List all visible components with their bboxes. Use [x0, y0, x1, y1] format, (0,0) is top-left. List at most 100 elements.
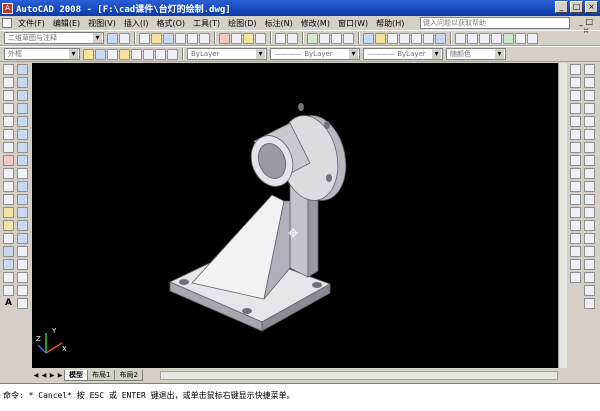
help-icon[interactable]: [435, 32, 446, 44]
dim-ordinate-icon[interactable]: [584, 103, 595, 114]
minimize-button[interactable]: _: [555, 1, 568, 13]
properties-icon[interactable]: [363, 32, 374, 44]
hatch-icon[interactable]: [3, 246, 14, 257]
chamfer-icon[interactable]: [570, 246, 581, 257]
extend-icon[interactable]: [570, 194, 581, 205]
open-icon[interactable]: [151, 32, 162, 44]
trim-icon[interactable]: [570, 181, 581, 192]
layer-off-icon[interactable]: [143, 48, 154, 60]
dim-arc-icon[interactable]: [584, 90, 595, 101]
menu-dimension[interactable]: 标注(N): [261, 18, 297, 29]
menu-tools[interactable]: 工具(T): [189, 18, 224, 29]
document-icon[interactable]: [2, 18, 12, 28]
rotate-icon[interactable]: [570, 142, 581, 153]
copy-object-icon[interactable]: [570, 77, 581, 88]
markup-icon[interactable]: [411, 32, 422, 44]
sphere-icon[interactable]: [17, 103, 28, 114]
arc-icon[interactable]: [3, 129, 14, 140]
fillet-icon[interactable]: [570, 259, 581, 270]
construction-line-icon[interactable]: [3, 77, 14, 88]
loft-icon[interactable]: [17, 233, 28, 244]
presspull-icon[interactable]: [17, 194, 28, 205]
menu-insert[interactable]: 插入(I): [120, 18, 153, 29]
planar-surface-icon[interactable]: [17, 168, 28, 179]
layer-combo[interactable]: 外框: [4, 48, 80, 60]
command-line[interactable]: 命令: * Cancel* 按 ESC 或 ENTER 键退出，或单击鼠标右键显…: [0, 383, 600, 411]
horizontal-scrollbar[interactable]: [160, 371, 558, 380]
pyramid-icon[interactable]: [17, 142, 28, 153]
linetype-combo[interactable]: ———— ByLayer: [270, 48, 360, 60]
tab-first-icon[interactable]: ◀: [32, 371, 40, 380]
tab-layout2[interactable]: 布局2: [114, 369, 143, 381]
3d-rotate-icon[interactable]: [17, 298, 28, 309]
tab-prev-icon[interactable]: ◀: [40, 371, 48, 380]
revolve-icon[interactable]: [17, 220, 28, 231]
multileader-icon[interactable]: [503, 32, 514, 44]
layer-match-icon[interactable]: [119, 48, 130, 60]
wedge-icon[interactable]: [17, 77, 28, 88]
explode-icon[interactable]: [570, 272, 581, 283]
drawing-canvas[interactable]: Y X Z: [32, 63, 558, 368]
break-at-point-icon[interactable]: [570, 207, 581, 218]
undo-icon[interactable]: [275, 32, 286, 44]
cylinder-icon[interactable]: [17, 116, 28, 127]
maximize-button[interactable]: □: [570, 1, 583, 13]
menu-file[interactable]: 文件(F): [14, 18, 49, 29]
menu-window[interactable]: 窗口(W): [334, 18, 372, 29]
dim-text-edit-icon[interactable]: [584, 285, 595, 296]
cut-icon[interactable]: [219, 32, 230, 44]
array-icon[interactable]: [570, 116, 581, 127]
style-icon[interactable]: [515, 32, 526, 44]
design-center-icon[interactable]: [375, 32, 386, 44]
dim-update-icon[interactable]: [584, 298, 595, 309]
preview-icon[interactable]: [187, 32, 198, 44]
mirror-icon[interactable]: [570, 90, 581, 101]
cone-icon[interactable]: [17, 90, 28, 101]
menu-edit[interactable]: 编辑(E): [49, 18, 84, 29]
ellipse-icon[interactable]: [3, 181, 14, 192]
mtext-icon[interactable]: A: [3, 298, 14, 309]
revcloud-icon[interactable]: [3, 155, 14, 166]
dim-diameter-icon[interactable]: [584, 142, 595, 153]
publish-icon[interactable]: [199, 32, 210, 44]
redo-icon[interactable]: [287, 32, 298, 44]
rectangle-icon[interactable]: [3, 116, 14, 127]
text-style-icon[interactable]: [455, 32, 466, 44]
dim-linear-icon[interactable]: [584, 64, 595, 75]
dim-style-icon[interactable]: [467, 32, 478, 44]
layer-state-icon[interactable]: [83, 48, 94, 60]
dim-angular-icon[interactable]: [584, 155, 595, 166]
zoom-realtime-icon[interactable]: [319, 32, 330, 44]
help-search-input[interactable]: 键入问题以获取帮助: [420, 17, 570, 29]
plotstyle-combo[interactable]: 随颜色: [446, 48, 506, 60]
tab-layout1[interactable]: 布局1: [87, 369, 116, 381]
tool-palettes-icon[interactable]: [387, 32, 398, 44]
multileader-style-icon[interactable]: [491, 32, 502, 44]
move-icon[interactable]: [570, 129, 581, 140]
color-combo[interactable]: ByLayer: [187, 48, 267, 60]
join-icon[interactable]: [570, 233, 581, 244]
stretch-icon[interactable]: [570, 168, 581, 179]
extrude-icon[interactable]: [17, 181, 28, 192]
tab-last-icon[interactable]: ▶: [56, 371, 64, 380]
save-icon[interactable]: [163, 32, 174, 44]
zoom-previous-icon[interactable]: [343, 32, 354, 44]
paste-icon[interactable]: [243, 32, 254, 44]
offset-icon[interactable]: [570, 103, 581, 114]
union-icon[interactable]: [17, 246, 28, 257]
center-mark-icon[interactable]: [584, 246, 595, 257]
dim-break-icon[interactable]: [584, 220, 595, 231]
dim-jogged-icon[interactable]: [584, 129, 595, 140]
layer-freeze-icon[interactable]: [155, 48, 166, 60]
sheet-set-icon[interactable]: [399, 32, 410, 44]
lineweight-combo[interactable]: ———— ByLayer: [363, 48, 443, 60]
erase-icon[interactable]: [570, 64, 581, 75]
layer-previous-icon[interactable]: [107, 48, 118, 60]
close-button[interactable]: ×: [585, 1, 598, 13]
box-icon[interactable]: [17, 64, 28, 75]
intersect-icon[interactable]: [17, 272, 28, 283]
3d-move-icon[interactable]: [17, 285, 28, 296]
menu-help[interactable]: 帮助(H): [372, 18, 408, 29]
table-icon[interactable]: [3, 285, 14, 296]
layer-properties-icon[interactable]: [95, 48, 106, 60]
